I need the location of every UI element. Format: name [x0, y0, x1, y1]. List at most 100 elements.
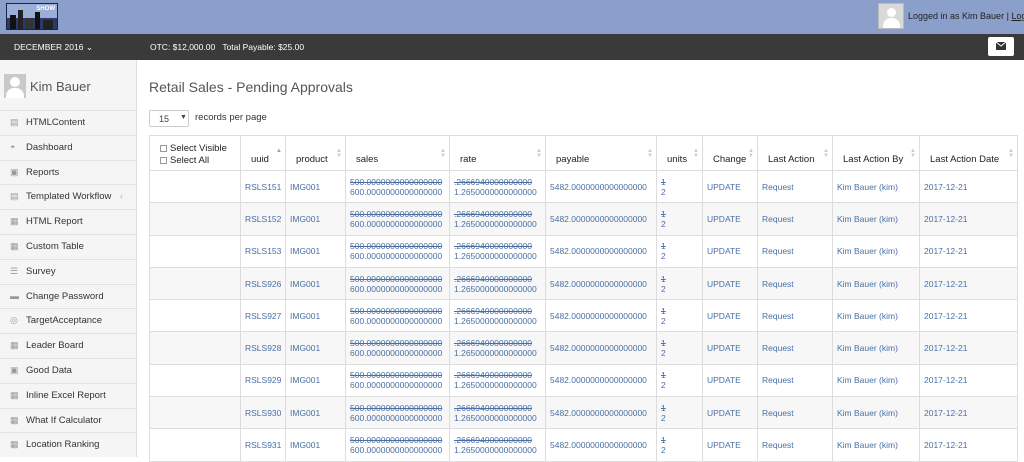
product-cell[interactable]: IMG001 [285, 363, 346, 398]
last-action-date-value: 2017-12-21 [924, 375, 968, 386]
select-cell[interactable] [149, 396, 241, 430]
select-cell[interactable] [149, 363, 241, 398]
uuid-cell[interactable]: RSLS931 [240, 428, 286, 462]
table-row[interactable]: RSLS927 IMG001 500.0000000000000000 600.000… [149, 299, 1018, 333]
sidebar-item-survey[interactable]: ☰ Survey [0, 258, 137, 284]
last-action-by-cell: Kim Bauer (kim) [832, 331, 920, 365]
uuid-link[interactable]: RSLS931 [245, 440, 281, 450]
select-visible-option[interactable]: Select Visible [160, 143, 240, 155]
table-row[interactable]: RSLS152 IMG001 500.0000000000000000 600.000… [149, 202, 1018, 236]
column-header-last-action[interactable]: Last Action ▲ ▼ [757, 135, 833, 171]
product-cell[interactable]: IMG001 [285, 234, 346, 268]
sidebar-item-reports[interactable]: ▣ Reports [0, 159, 137, 185]
uuid-cell[interactable]: RSLS929 [240, 363, 286, 398]
uuid-link[interactable]: RSLS152 [245, 214, 281, 224]
list-icon: ☰ [10, 265, 19, 276]
select-cell[interactable] [149, 428, 241, 462]
page-size-select[interactable]: 15 ▼ [149, 110, 189, 127]
table-row[interactable]: RSLS153 IMG001 500.0000000000000000 600.000… [149, 234, 1018, 268]
column-header-uuid[interactable]: uuid ▲ [240, 135, 286, 171]
table-row[interactable]: RSLS930 IMG001 500.0000000000000000 600.000… [149, 396, 1018, 430]
column-header-product[interactable]: product ▲ ▼ [285, 135, 346, 171]
select-all-option[interactable]: Select All [160, 155, 240, 167]
uuid-cell[interactable]: RSLS928 [240, 331, 286, 365]
units-old-value: 1 [661, 273, 666, 284]
uuid-cell[interactable]: RSLS927 [240, 299, 286, 333]
product-link[interactable]: IMG001 [290, 440, 320, 450]
table-row[interactable]: RSLS926 IMG001 500.0000000000000000 600.000… [149, 266, 1018, 301]
sidebar-item-html-report[interactable]: ▦ HTML Report [0, 209, 137, 234]
select-cell[interactable] [149, 202, 241, 236]
column-header-rate[interactable]: rate ▲ ▼ [449, 135, 546, 171]
sidebar-item-label: TargetAcceptance [26, 315, 103, 327]
select-cell[interactable] [149, 234, 241, 268]
select-cell[interactable] [149, 169, 241, 204]
product-cell[interactable]: IMG001 [285, 396, 346, 430]
product-link[interactable]: IMG001 [290, 408, 320, 418]
uuid-cell[interactable]: RSLS926 [240, 266, 286, 301]
sidebar-item-what-if-calculator[interactable]: ▦ What If Calculator [0, 407, 137, 433]
product-link[interactable]: IMG001 [290, 279, 320, 289]
sidebar-item-change-password[interactable]: ▬ Change Password [0, 283, 137, 309]
table-row[interactable]: RSLS151 IMG001 500.0000000000000000 600.000… [149, 169, 1018, 204]
table-row[interactable]: RSLS931 IMG001 500.0000000000000000 600.000… [149, 428, 1018, 462]
product-cell[interactable]: IMG001 [285, 266, 346, 301]
company-logo[interactable]: SHOW [6, 3, 58, 30]
sidebar-item-custom-table[interactable]: ▦ Custom Table [0, 233, 137, 259]
sidebar-item-dashboard[interactable]: ◓ Dashboard [0, 134, 137, 160]
units-new-value: 2 [661, 283, 666, 294]
uuid-cell[interactable]: RSLS151 [240, 169, 286, 204]
mail-button[interactable] [988, 37, 1014, 56]
uuid-link[interactable]: RSLS151 [245, 182, 281, 192]
product-link[interactable]: IMG001 [290, 311, 320, 321]
column-header-last-action-date[interactable]: Last Action Date ▲ ▼ [919, 135, 1018, 171]
uuid-cell[interactable]: RSLS930 [240, 396, 286, 430]
product-cell[interactable]: IMG001 [285, 202, 346, 236]
column-header-last-action-by[interactable]: Last Action By ▲ ▼ [832, 135, 920, 171]
product-link[interactable]: IMG001 [290, 182, 320, 192]
logout-link[interactable]: Logout [1011, 11, 1024, 21]
product-link[interactable]: IMG001 [290, 246, 320, 256]
sidebar-item-leader-board[interactable]: ▦ Leader Board [0, 333, 137, 358]
uuid-cell[interactable]: RSLS153 [240, 234, 286, 268]
month-selector[interactable]: DECEMBER 2016 ⌄ [14, 42, 93, 53]
sidebar-item-good-data[interactable]: ▣ Good Data [0, 357, 137, 383]
table-row[interactable]: RSLS929 IMG001 500.0000000000000000 600.000… [149, 363, 1018, 398]
sidebar-item-inline-excel-report[interactable]: ▦ Inline Excel Report [0, 382, 137, 408]
select-all-checkbox[interactable] [160, 156, 167, 164]
product-link[interactable]: IMG001 [290, 375, 320, 385]
select-visible-checkbox[interactable] [160, 144, 167, 152]
column-header-payable[interactable]: payable ▲ ▼ [545, 135, 657, 171]
select-cell[interactable] [149, 299, 241, 333]
column-header-change[interactable]: Change ▲ ▼ [702, 135, 758, 171]
select-cell[interactable] [149, 331, 241, 365]
uuid-link[interactable]: RSLS153 [245, 246, 281, 256]
product-cell[interactable]: IMG001 [285, 169, 346, 204]
uuid-link[interactable]: RSLS926 [245, 279, 281, 289]
column-header-units[interactable]: units ▲ ▼ [656, 135, 703, 171]
uuid-link[interactable]: RSLS929 [245, 375, 281, 385]
column-header-label: Last Action [768, 153, 815, 165]
product-cell[interactable]: IMG001 [285, 299, 346, 333]
sidebar-item-targetacceptance[interactable]: ◎ TargetAcceptance [0, 308, 137, 333]
product-cell[interactable]: IMG001 [285, 331, 346, 365]
change-cell: UPDATE [702, 169, 758, 204]
select-cell[interactable] [149, 266, 241, 301]
product-cell[interactable]: IMG001 [285, 428, 346, 462]
product-link[interactable]: IMG001 [290, 214, 320, 224]
uuid-link[interactable]: RSLS928 [245, 343, 281, 353]
uuid-link[interactable]: RSLS927 [245, 311, 281, 321]
chevron-down-icon: ⌄ [85, 42, 93, 52]
sidebar-item-templated-workflow[interactable]: ▤ Templated Workflow ‹ [0, 184, 137, 209]
uuid-cell[interactable]: RSLS152 [240, 202, 286, 236]
uuid-link[interactable]: RSLS930 [245, 408, 281, 418]
product-link[interactable]: IMG001 [290, 343, 320, 353]
sidebar-item-location-ranking[interactable]: ▦ Location Ranking [0, 432, 137, 457]
folder-icon: ▣ [10, 364, 19, 375]
last-action-by-cell: Kim Bauer (kim) [832, 396, 920, 430]
sales-new-value: 600.0000000000000000 [350, 380, 443, 391]
column-header-sales[interactable]: sales ▲ ▼ [345, 135, 450, 171]
approvals-table: Select Visible Select All uuid ▲ product ▲ ▼… [149, 135, 1018, 462]
sidebar-item-htmlcontent[interactable]: ▤ HTMLContent [0, 110, 137, 135]
table-row[interactable]: RSLS928 IMG001 500.0000000000000000 600.000… [149, 331, 1018, 365]
